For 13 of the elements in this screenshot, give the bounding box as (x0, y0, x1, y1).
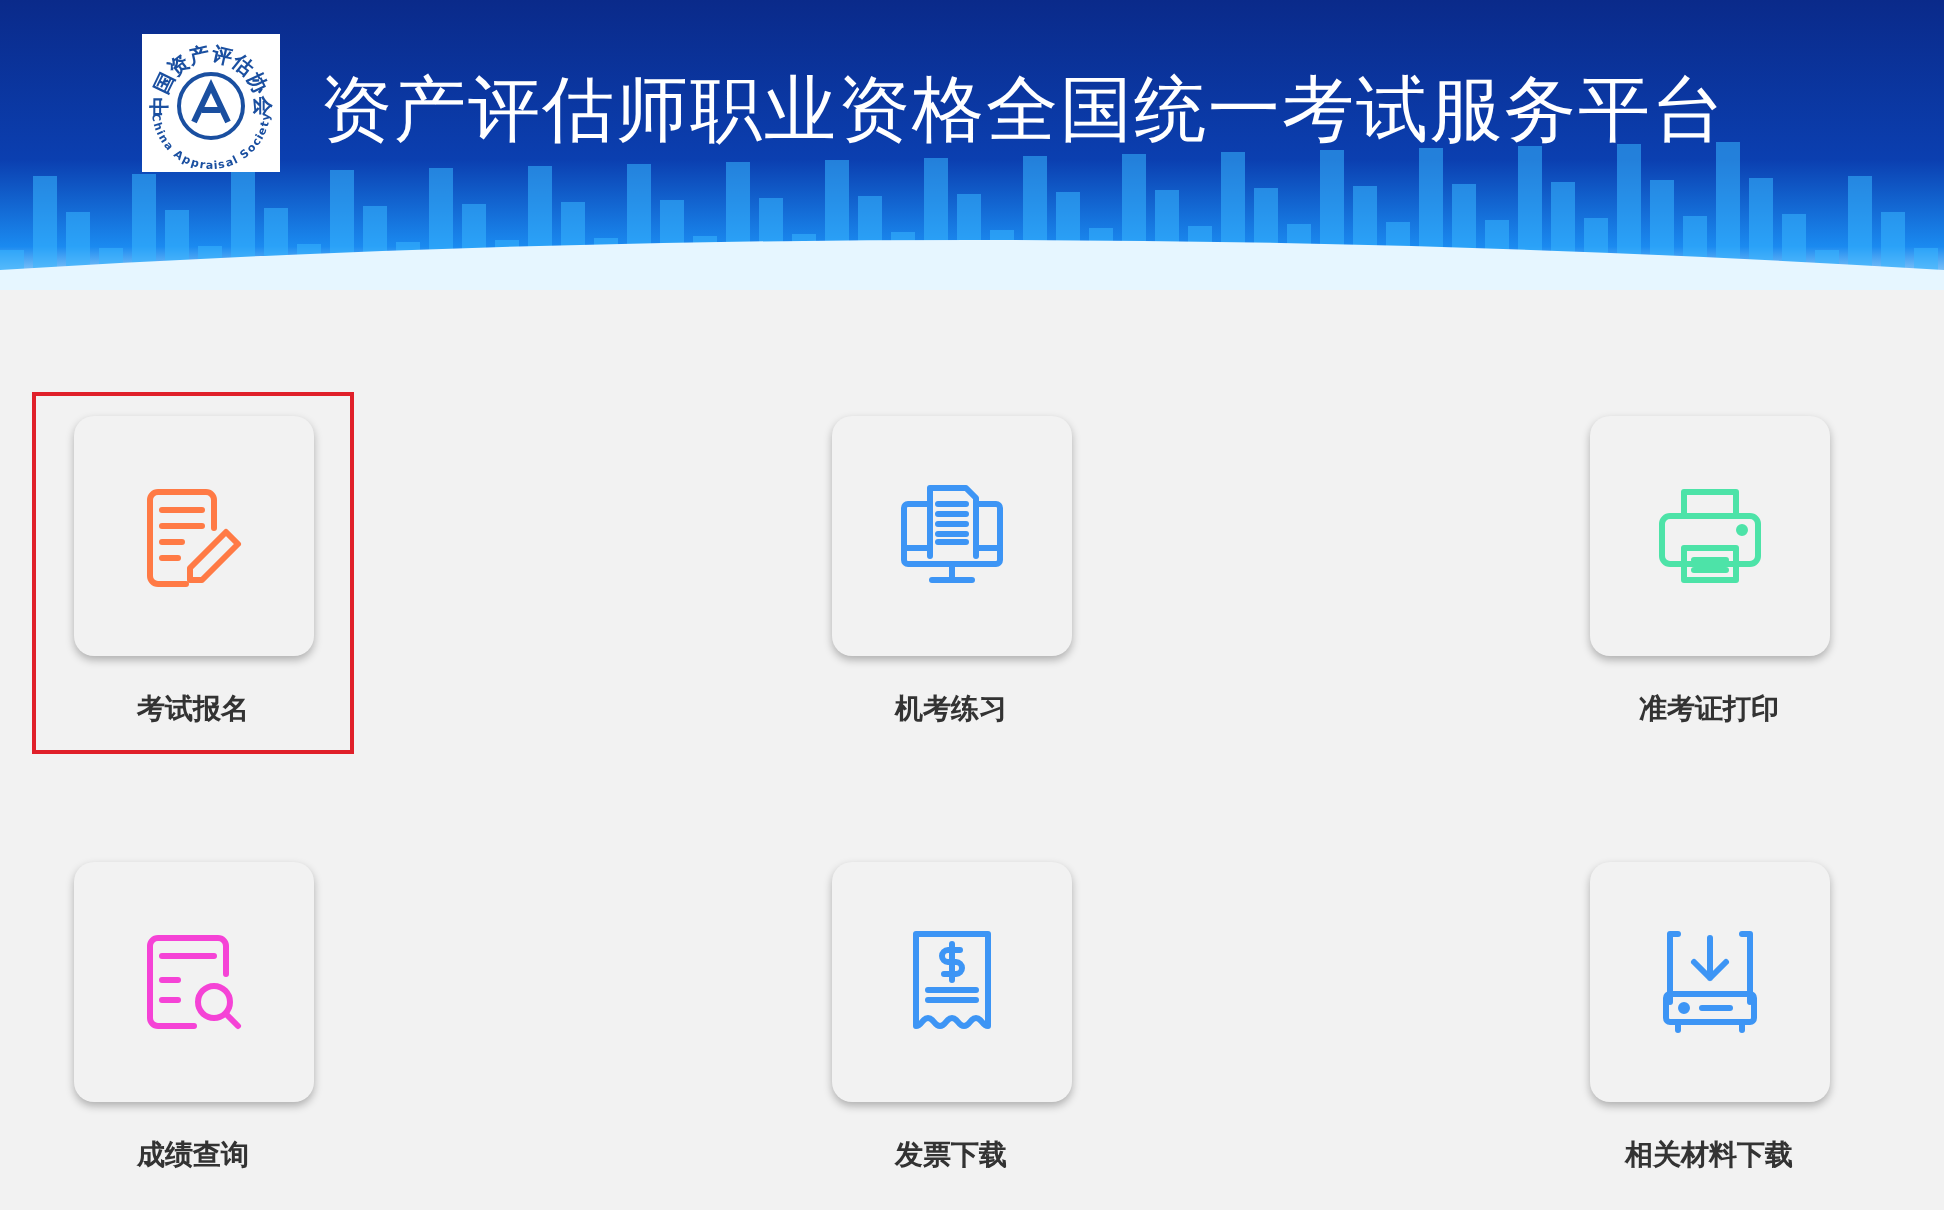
service-label: 考试报名 (137, 692, 249, 728)
service-tile[interactable]: 相关材料下载 (1548, 838, 1870, 1200)
service-tile[interactable]: 准考证打印 (1548, 392, 1870, 754)
service-label: 准考证打印 (1639, 692, 1779, 728)
platform-title: 资产评估师职业资格全国统一考试服务平台 (320, 68, 1726, 156)
service-label: 机考练习 (895, 692, 1007, 728)
service-label: 成绩查询 (137, 1138, 249, 1174)
service-tile[interactable]: 考试报名 (32, 392, 354, 754)
service-tile[interactable]: 机考练习 (790, 392, 1112, 754)
service-label: 相关材料下载 (1625, 1138, 1793, 1174)
service-label: 发票下载 (895, 1138, 1007, 1174)
service-tile[interactable]: 发票下载 (790, 838, 1112, 1200)
service-tile[interactable]: 成绩查询 (32, 838, 354, 1200)
